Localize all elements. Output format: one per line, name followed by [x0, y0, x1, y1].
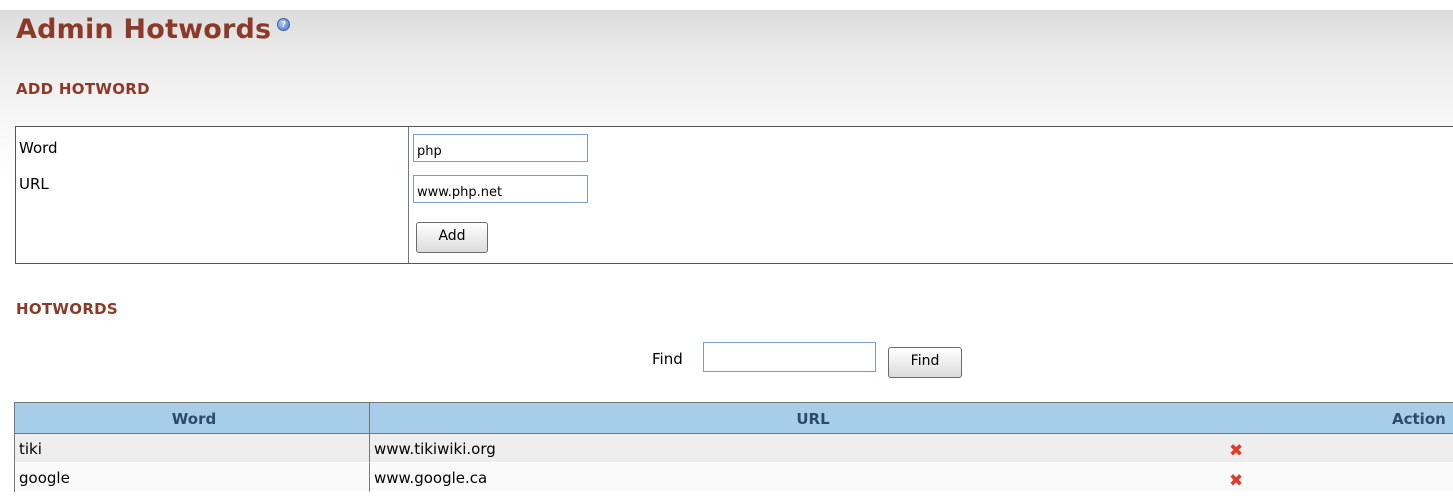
find-button[interactable]: Find — [888, 347, 962, 378]
find-label: Find — [652, 350, 683, 368]
add-hotword-form: Word URL Add — [15, 126, 1453, 264]
add-button[interactable]: Add — [416, 222, 488, 253]
word-input[interactable] — [413, 134, 588, 162]
cell-url: www.tikiwiki.org — [370, 434, 1453, 463]
column-header-word[interactable]: Word — [15, 403, 370, 434]
table-header-row: Word URL Action — [15, 403, 1453, 434]
page-title-wrap: Admin Hotwords ? — [16, 14, 291, 45]
remove-icon[interactable]: ✖ — [1229, 441, 1243, 461]
page-title: Admin Hotwords — [16, 14, 272, 45]
column-header-url[interactable]: URL Action — [370, 403, 1453, 434]
find-input[interactable] — [703, 342, 876, 372]
url-input[interactable] — [413, 175, 588, 203]
cell-url: www.google.ca — [370, 463, 1453, 492]
add-hotword-heading: ADD HOTWORD — [16, 80, 150, 98]
column-header-action[interactable]: Action — [1392, 410, 1446, 428]
remove-icon[interactable]: ✖ — [1229, 471, 1243, 491]
form-divider — [408, 127, 409, 263]
hotwords-heading: HOTWORDS — [16, 300, 119, 318]
word-label: Word — [19, 139, 58, 157]
column-header-url-label: URL — [796, 410, 830, 428]
help-icon[interactable]: ? — [277, 18, 291, 31]
url-label: URL — [19, 175, 49, 193]
cell-word: google — [15, 463, 370, 492]
cell-word: tiki — [15, 434, 370, 463]
